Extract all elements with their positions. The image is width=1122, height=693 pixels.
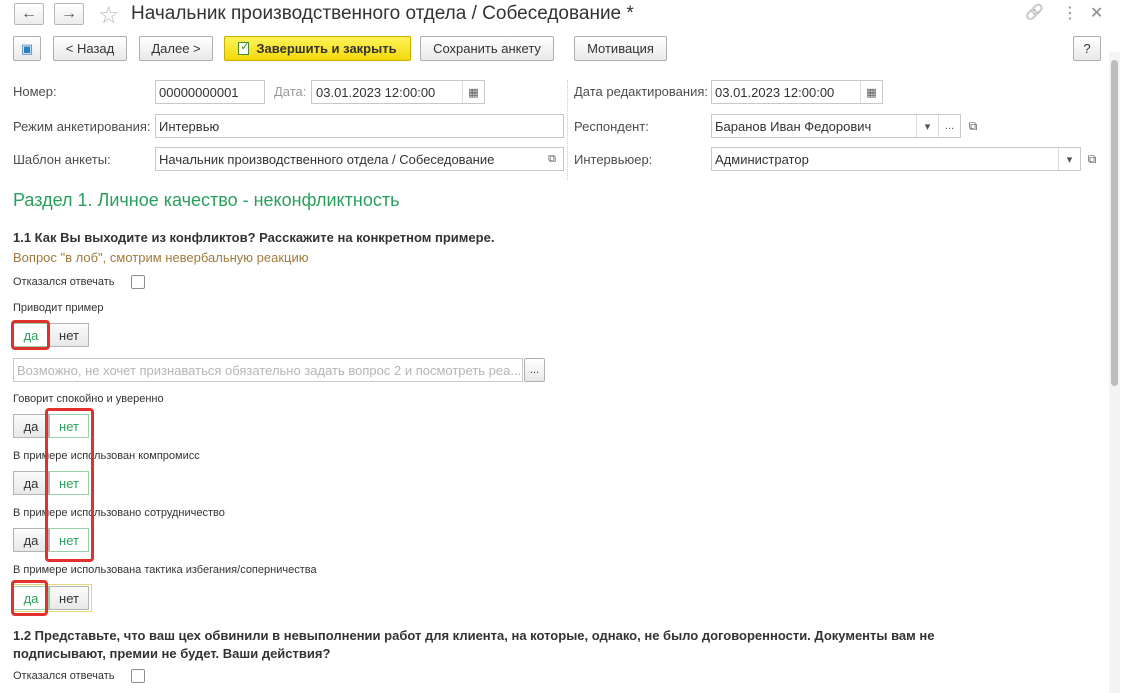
- question-1-2: 1.2 Представьте, что ваш цех обвинили в …: [13, 628, 935, 661]
- open-template-icon[interactable]: ⧉: [541, 148, 563, 170]
- date-field[interactable]: 03.01.2023 12:00:00 ▦: [311, 80, 485, 104]
- template-value: Начальник производственного отдела / Соб…: [159, 152, 495, 167]
- number-field[interactable]: 00000000001: [155, 80, 265, 104]
- item-label: Приводит пример: [13, 302, 104, 314]
- question-1-1: 1.1 Как Вы выходите из конфликтов? Расск…: [13, 230, 495, 245]
- refused-checkbox[interactable]: [131, 669, 145, 683]
- refused-label: Отказался отвечать: [13, 276, 115, 288]
- scrollbar-thumb[interactable]: [1111, 60, 1118, 386]
- motivation-label: Мотивация: [587, 41, 654, 56]
- respondent-field[interactable]: Баранов Иван Федорович ▾ ...: [711, 114, 961, 138]
- refused-label: Отказался отвечать: [13, 670, 115, 682]
- arrow-left-icon: ←: [21, 5, 37, 22]
- yes-button[interactable]: да: [13, 414, 49, 438]
- yes-button[interactable]: да: [13, 528, 49, 552]
- no-button[interactable]: нет: [49, 323, 89, 347]
- finish-and-close-button[interactable]: ✓ Завершить и закрыть: [224, 36, 411, 61]
- back-button-label: < Назад: [65, 41, 115, 56]
- save-survey-label: Сохранить анкету: [433, 41, 541, 56]
- close-icon[interactable]: ✕: [1090, 3, 1103, 23]
- item-label: В примере использован компромисс: [13, 450, 200, 462]
- mode-label: Режим анкетирования:: [13, 119, 151, 134]
- open-respondent-icon[interactable]: ⧉: [964, 117, 982, 135]
- template-label: Шаблон анкеты:: [13, 152, 111, 167]
- link-icon[interactable]: 🔗: [1025, 3, 1044, 21]
- save-icon: ▣: [20, 40, 34, 56]
- save-survey-button[interactable]: Сохранить анкету: [420, 36, 554, 61]
- ellipsis-icon[interactable]: ...: [938, 115, 960, 137]
- open-interviewer-icon[interactable]: ⧉: [1083, 150, 1101, 168]
- respondent-label: Респондент:: [574, 119, 649, 134]
- interviewer-field[interactable]: Администратор ▾: [711, 147, 1081, 171]
- motivation-button[interactable]: Мотивация: [574, 36, 667, 61]
- edit-date-label: Дата редактирования:: [574, 84, 708, 99]
- item-label: В примере использована тактика избегания…: [13, 564, 317, 576]
- comment-ellipsis-button[interactable]: ...: [524, 358, 545, 382]
- window-title: Начальник производственного отдела / Соб…: [131, 3, 634, 24]
- check-document-icon: ✓: [238, 41, 250, 55]
- number-label: Номер:: [13, 84, 57, 99]
- back-button[interactable]: < Назад: [53, 36, 127, 61]
- help-label: ?: [1083, 41, 1091, 56]
- refused-checkbox[interactable]: [131, 275, 145, 289]
- yes-button[interactable]: да: [13, 471, 49, 495]
- edit-date-value: 03.01.2023 12:00:00: [715, 85, 835, 100]
- back-nav-button[interactable]: ←: [14, 3, 44, 25]
- next-button[interactable]: Далее >: [139, 36, 213, 61]
- no-button[interactable]: нет: [49, 586, 89, 610]
- highlight-box: [11, 320, 50, 350]
- item-label: Говорит спокойно и уверенно: [13, 393, 164, 405]
- chevron-down-icon[interactable]: ▾: [916, 115, 938, 137]
- column-divider: [567, 80, 568, 180]
- edit-date-field[interactable]: 03.01.2023 12:00:00 ▦: [711, 80, 883, 104]
- date-label: Дата:: [274, 84, 307, 99]
- ellipsis-icon: ...: [529, 364, 540, 376]
- section-title: Раздел 1. Личное качество - неконфликтно…: [13, 190, 400, 210]
- forward-nav-button[interactable]: →: [54, 3, 84, 25]
- star-icon[interactable]: ☆: [98, 1, 120, 30]
- save-icon-button[interactable]: ▣: [13, 36, 41, 61]
- highlight-box: [11, 580, 48, 616]
- comment-field[interactable]: Возможно, не хочет признаваться обязател…: [13, 358, 523, 382]
- respondent-value: Баранов Иван Федорович: [715, 119, 872, 134]
- more-icon[interactable]: ⋮: [1062, 3, 1078, 23]
- arrow-right-icon: →: [61, 5, 77, 22]
- template-field[interactable]: Начальник производственного отдела / Соб…: [155, 147, 564, 171]
- highlight-box: [45, 408, 94, 562]
- help-button[interactable]: ?: [1073, 36, 1101, 61]
- calendar-icon[interactable]: ▦: [860, 81, 882, 103]
- date-value: 03.01.2023 12:00:00: [316, 85, 436, 100]
- next-button-label: Далее >: [151, 41, 201, 56]
- interviewer-value: Администратор: [715, 152, 809, 167]
- chevron-down-icon[interactable]: ▾: [1058, 148, 1080, 170]
- calendar-icon[interactable]: ▦: [462, 81, 484, 103]
- mode-field[interactable]: Интервью: [155, 114, 564, 138]
- question-hint: Вопрос "в лоб", смотрим невербальную реа…: [13, 250, 309, 265]
- finish-button-label: Завершить и закрыть: [256, 41, 397, 56]
- interviewer-label: Интервьюер:: [574, 152, 653, 167]
